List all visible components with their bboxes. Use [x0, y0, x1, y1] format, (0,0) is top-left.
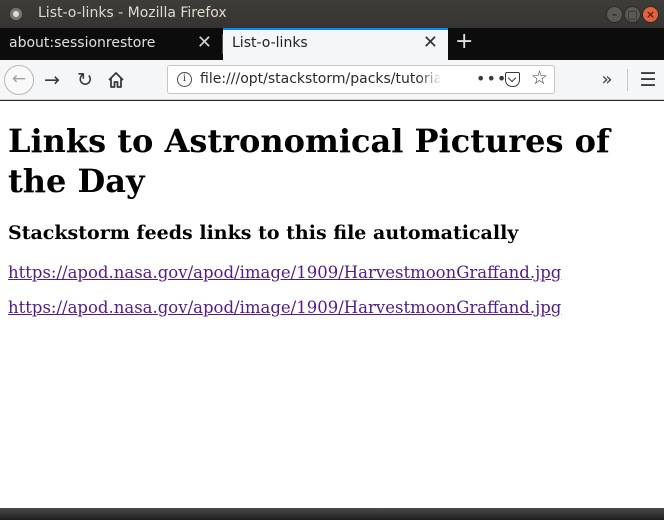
new-tab-icon[interactable]: + — [455, 29, 473, 54]
tab-label: List-o-links — [232, 35, 308, 51]
pocket-icon[interactable] — [505, 72, 520, 87]
close-tab-icon[interactable]: ✕ — [423, 32, 438, 53]
page-subtitle: Stackstorm feeds links to this file auto… — [8, 222, 519, 244]
forward-arrow-icon[interactable]: → — [39, 66, 65, 94]
url-bar[interactable]: i file:///opt/stackstorm/packs/tutorial … — [167, 65, 555, 94]
window-titlebar: List-o-links - Mozilla Firefox – □ × — [0, 0, 664, 28]
reload-icon[interactable]: ↻ — [72, 66, 98, 94]
tab-strip: about:sessionrestore ✕ List-o-links ✕ + — [0, 28, 664, 60]
more-icon[interactable]: ••• — [476, 69, 507, 88]
firefox-app-icon — [10, 8, 22, 20]
page-title: Links to Astronomical Pictures of the Da… — [8, 122, 610, 200]
page-content: Links to Astronomical Pictures of the Da… — [0, 101, 664, 508]
maximize-button[interactable]: □ — [624, 6, 641, 23]
apod-link[interactable]: https://apod.nasa.gov/apod/image/1909/Ha… — [8, 298, 561, 317]
close-tab-icon[interactable]: ✕ — [197, 32, 212, 53]
url-fade — [418, 68, 442, 92]
back-arrow-icon[interactable]: ← — [4, 65, 34, 95]
home-icon[interactable] — [103, 66, 129, 94]
navigation-toolbar: ← → ↻ i file:///opt/stackstorm/packs/tut… — [0, 60, 664, 100]
toolbar-divider — [627, 69, 628, 91]
star-icon[interactable]: ☆ — [531, 67, 548, 89]
window-title: List-o-links - Mozilla Firefox — [38, 5, 227, 21]
tab-label: about:sessionrestore — [9, 35, 156, 51]
menu-icon[interactable]: ☰ — [635, 66, 661, 94]
apod-link[interactable]: https://apod.nasa.gov/apod/image/1909/Ha… — [8, 263, 561, 282]
tab-sessionrestore[interactable]: about:sessionrestore ✕ — [0, 28, 222, 60]
overflow-icon[interactable]: » — [594, 66, 620, 94]
info-icon[interactable]: i — [177, 72, 192, 87]
minimize-button[interactable]: – — [606, 6, 623, 23]
window-bottom-edge — [0, 508, 664, 520]
url-text[interactable]: file:///opt/stackstorm/packs/tutorial — [200, 71, 440, 87]
close-window-button[interactable]: × — [642, 6, 659, 23]
tab-list-o-links[interactable]: List-o-links ✕ — [223, 28, 448, 60]
